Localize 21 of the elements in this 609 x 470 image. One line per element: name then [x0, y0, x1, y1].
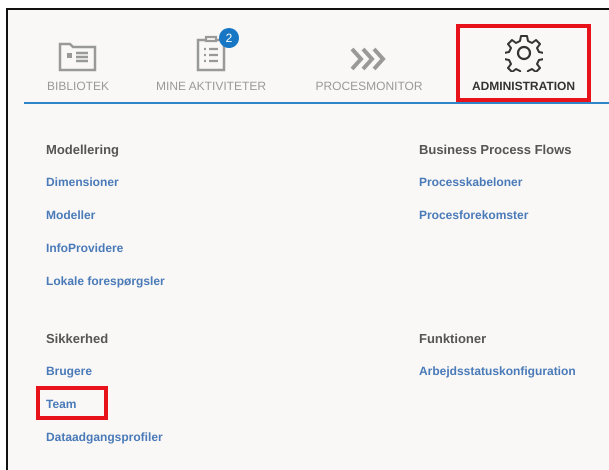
menu-link[interactable]: Dataadgangsprofiler — [46, 430, 163, 445]
count-badge: 2 — [219, 28, 239, 48]
clipboard-icon — [195, 34, 227, 72]
nav-tab[interactable]: PROCESMONITOR — [290, 24, 448, 102]
menu-link[interactable]: Arbejdsstatuskonfiguration — [419, 364, 576, 379]
menu-link[interactable]: Brugere — [46, 364, 92, 379]
menu-link[interactable]: Team — [36, 386, 108, 420]
settings-icon — [504, 34, 542, 72]
menu-link[interactable]: Processkabeloner — [419, 175, 522, 190]
menu-link[interactable]: Modeller — [46, 208, 96, 223]
section-heading: Business Process Flows — [419, 142, 572, 157]
section-heading: Funktioner — [419, 331, 486, 346]
section-heading: Modellering — [46, 142, 119, 157]
menu-link[interactable]: Dimensioner — [46, 175, 119, 190]
nav-tab[interactable]: BIBLIOTEK — [24, 24, 132, 102]
section-heading: Sikkerhed — [46, 331, 108, 346]
nav-tab[interactable]: ADMINISTRATION — [456, 24, 591, 102]
nav-tab[interactable]: 2 MINE AKTIVITETER — [132, 24, 290, 102]
menu-link[interactable]: InfoProvidere — [46, 241, 124, 256]
menu-link[interactable]: Procesforekomster — [419, 208, 528, 223]
menu-link[interactable]: Lokale forespørgsler — [46, 274, 165, 289]
